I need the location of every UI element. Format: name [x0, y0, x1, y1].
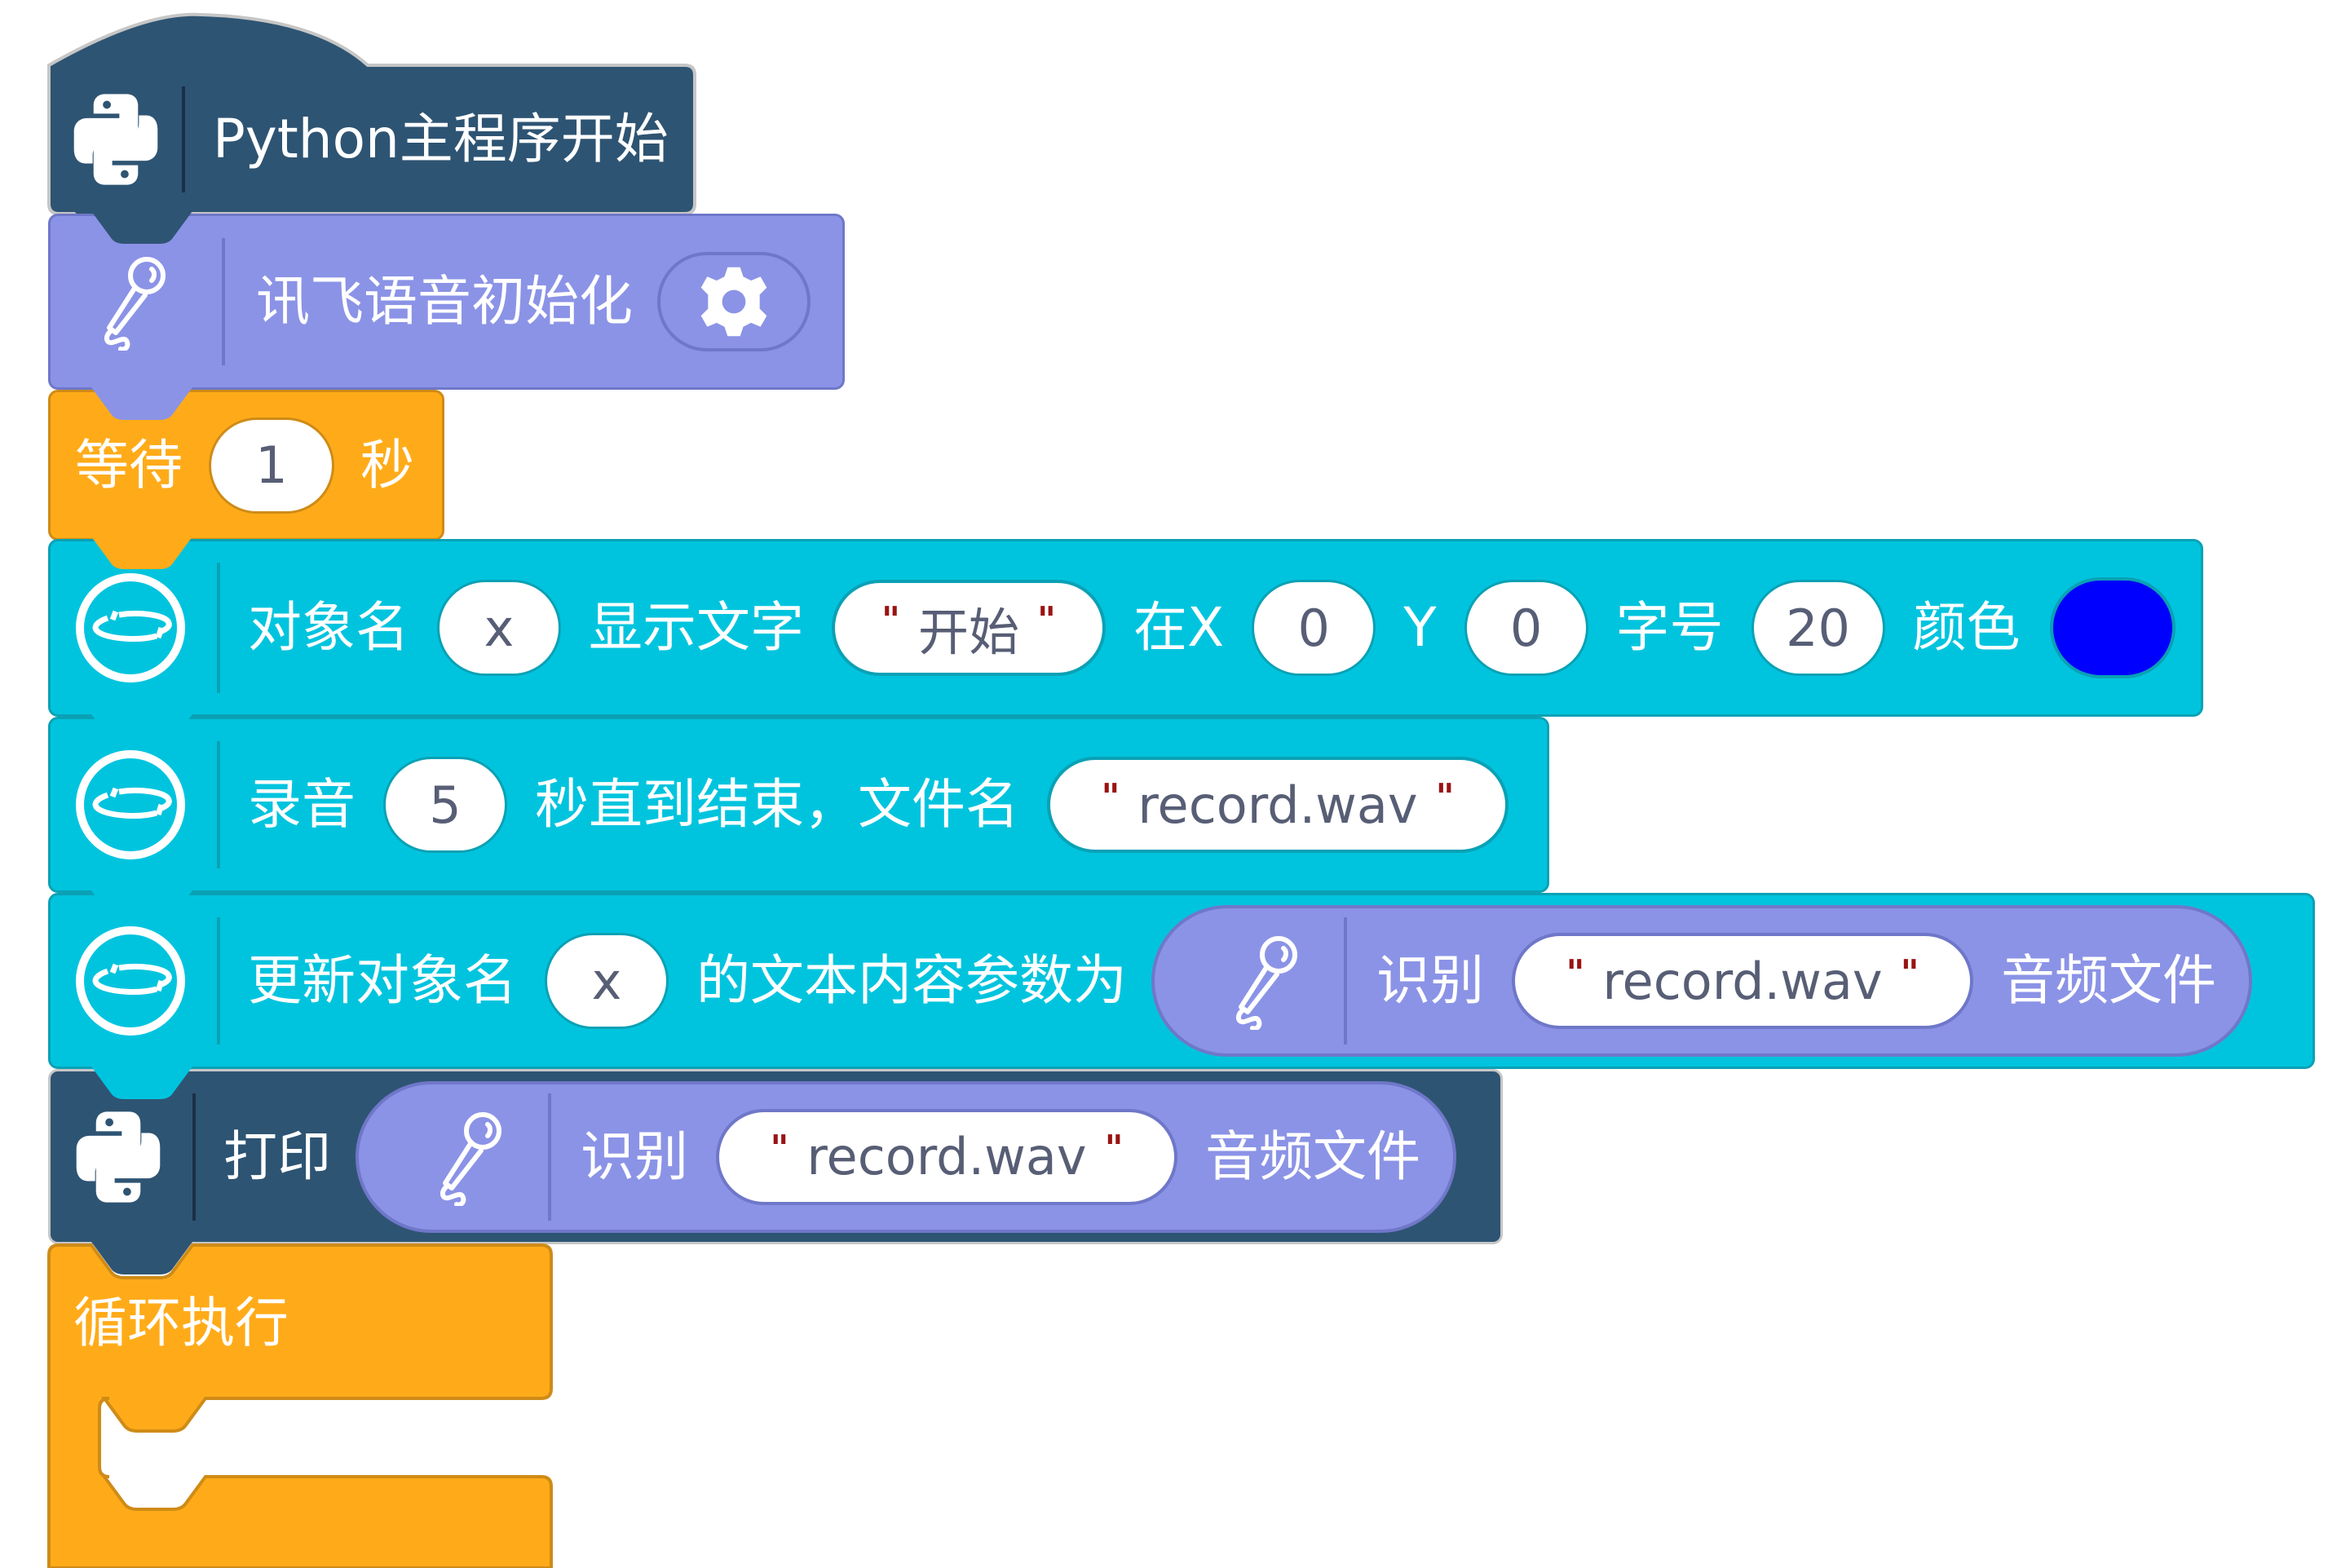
quote-open: "	[881, 598, 900, 641]
microphone-icon	[1225, 932, 1306, 1030]
notch	[91, 1067, 192, 1099]
microphone-icon	[93, 253, 174, 351]
settings-button[interactable]	[657, 252, 811, 351]
field-value: 5	[429, 775, 462, 835]
wait-suffix: 秒	[360, 433, 414, 497]
notch	[91, 890, 192, 923]
color-picker-swatch[interactable]	[2049, 577, 2176, 678]
font-size-input[interactable]: 20	[1751, 580, 1885, 676]
color-label: 颜色	[1912, 596, 2021, 659]
python-icon	[73, 1108, 163, 1206]
block-label: Python主程序开始	[213, 108, 669, 170]
forever-label: 循环执行	[73, 1292, 289, 1354]
x-input[interactable]: 0	[1252, 580, 1376, 676]
field-value: record.wav	[806, 1127, 1087, 1186]
field-value: 开始	[917, 603, 1019, 662]
notch	[91, 714, 192, 747]
record-seconds-input[interactable]: 5	[383, 757, 507, 853]
y-label: Y	[1403, 596, 1437, 659]
notch	[91, 1242, 192, 1274]
notch	[91, 537, 192, 569]
record-middle-label: 秒直到结束，文件名	[535, 773, 1019, 836]
loop-icon	[73, 748, 188, 862]
recognize-suffix: 音频文件	[2001, 949, 2216, 1012]
font-size-label: 字号	[1615, 596, 1724, 659]
recognize-audio-reporter[interactable]: 识别 " record.wav " 音频文件	[1151, 905, 2252, 1057]
object-name-input[interactable]: x	[437, 580, 561, 676]
field-value: 0	[1509, 598, 1543, 658]
field-value: 20	[1786, 598, 1850, 658]
object-name-input[interactable]: x	[545, 933, 669, 1029]
print-block[interactable]: 打印 识别 " record.wav " 音频文件	[48, 1069, 1503, 1244]
quote-open: "	[1566, 952, 1585, 994]
field-value: x	[484, 598, 515, 658]
quote-open: "	[770, 1128, 789, 1169]
loop-icon	[73, 571, 188, 685]
python-icon	[71, 91, 161, 188]
print-label: 打印	[223, 1124, 331, 1188]
recognize-filename-input[interactable]: " record.wav "	[716, 1108, 1177, 1205]
record-filename-input[interactable]: " record.wav "	[1047, 757, 1509, 853]
record-prefix: 录音	[248, 773, 356, 836]
x-label: 在X	[1133, 596, 1225, 659]
update-text-block[interactable]: 更新对象名 x 的文本内容参数为 识别 " record.wav " 音频文件	[48, 893, 2315, 1069]
field-value: 1	[255, 435, 288, 495]
notch	[91, 387, 192, 420]
loop-icon	[73, 924, 188, 1038]
display-text-label: 显示文字	[589, 596, 804, 659]
quote-close: "	[1037, 598, 1056, 641]
loop-body-slot[interactable]	[99, 1402, 556, 1474]
field-value: record.wav	[1137, 775, 1418, 835]
separator	[548, 1093, 551, 1221]
field-value: x	[591, 951, 622, 1011]
notch	[91, 211, 192, 244]
wait-prefix: 等待	[75, 433, 183, 497]
recognize-prefix: 识别	[581, 1124, 688, 1188]
recognize-filename-input[interactable]: " record.wav "	[1512, 933, 1973, 1029]
quote-close: "	[1435, 775, 1455, 818]
microphone-icon	[429, 1108, 510, 1206]
quote-open: "	[1101, 775, 1120, 818]
recognize-audio-reporter[interactable]: 识别 " record.wav " 音频文件	[356, 1080, 1456, 1233]
gear-icon	[695, 263, 773, 341]
quote-close: "	[1900, 952, 1919, 994]
display-text-input[interactable]: " 开始 "	[832, 580, 1106, 676]
object-name-label: 对象名	[248, 596, 409, 659]
block-label: 讯飞语音初始化	[256, 270, 633, 333]
wait-seconds-input[interactable]: 1	[209, 417, 334, 514]
y-input[interactable]: 0	[1464, 580, 1588, 676]
field-value: 0	[1297, 598, 1330, 658]
record-audio-block[interactable]: 录音 5 秒直到结束，文件名 " record.wav "	[48, 717, 1549, 893]
separator	[1344, 917, 1347, 1045]
field-value: record.wav	[1602, 951, 1883, 1011]
show-text-block[interactable]: 对象名 x 显示文字 " 开始 " 在X 0 Y 0 字号 20 颜色	[48, 539, 2203, 717]
quote-close: "	[1104, 1128, 1124, 1169]
recognize-suffix: 音频文件	[1205, 1124, 1420, 1188]
update-middle-label: 的文本内容参数为	[696, 949, 1127, 1012]
update-prefix: 更新对象名	[248, 949, 517, 1012]
recognize-prefix: 识别	[1376, 949, 1484, 1012]
